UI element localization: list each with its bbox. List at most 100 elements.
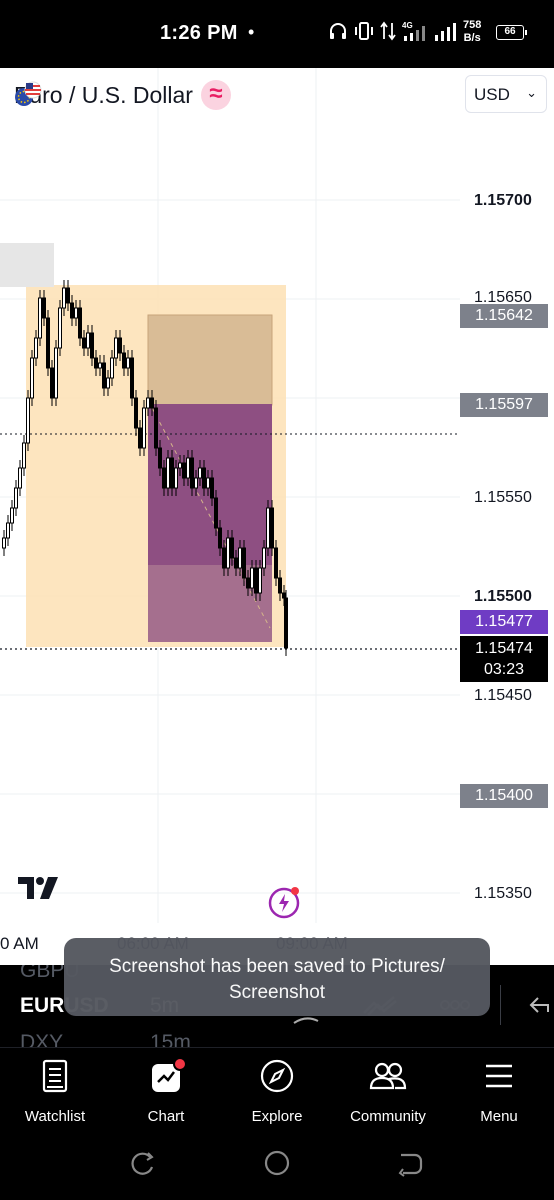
battery-indicator: 66 bbox=[496, 25, 527, 40]
eur-usd-flag-icon bbox=[15, 81, 42, 106]
price-chart[interactable] bbox=[0, 68, 554, 965]
vibrate-icon bbox=[355, 22, 373, 40]
price-axis-label: 1.15450 bbox=[474, 687, 532, 704]
time-axis-label: 0 AM bbox=[0, 934, 39, 953]
candle-body bbox=[174, 467, 178, 489]
candle-body bbox=[218, 527, 222, 549]
signal-4g-icon: 4G bbox=[402, 21, 425, 41]
candle-body bbox=[6, 522, 10, 539]
candle-body bbox=[134, 397, 138, 429]
candle-body bbox=[30, 357, 34, 399]
price-tag-lower[interactable]: 1.15400 bbox=[460, 784, 548, 808]
nav-explore[interactable]: Explore bbox=[222, 1056, 332, 1125]
network-speed-value: 758 bbox=[463, 19, 482, 31]
candle-body bbox=[50, 367, 54, 399]
candle-body bbox=[118, 337, 122, 354]
candle-body bbox=[158, 447, 162, 469]
status-icons: 4G bbox=[328, 20, 458, 42]
toast-line-1: Screenshot has been saved to Pictures/ bbox=[109, 956, 445, 977]
compass-icon bbox=[260, 1059, 294, 1093]
candle-body bbox=[154, 407, 158, 449]
symbol-next[interactable]: DXY bbox=[20, 1031, 63, 1047]
nav-community[interactable]: Community bbox=[333, 1056, 443, 1125]
candle-body bbox=[266, 507, 270, 549]
chevron-down-icon: ⌄ bbox=[526, 85, 537, 100]
candle-body bbox=[98, 362, 102, 369]
candle-body bbox=[226, 537, 230, 569]
toolbar-divider bbox=[500, 985, 501, 1025]
candle-body bbox=[82, 337, 86, 349]
candle-body bbox=[182, 462, 186, 479]
candle-body bbox=[126, 357, 130, 369]
candle-body bbox=[246, 577, 250, 589]
highlight-zone-top bbox=[0, 243, 54, 287]
toast-notification: Screenshot has been saved to Pictures/ S… bbox=[64, 938, 490, 1016]
candle-body bbox=[38, 297, 42, 339]
price-tag-current[interactable]: 1.15477 bbox=[460, 610, 548, 634]
candle-body bbox=[114, 337, 118, 359]
candle-body bbox=[14, 487, 18, 509]
community-icon bbox=[369, 1062, 407, 1090]
price-tag-middle[interactable]: 1.15597 bbox=[460, 393, 548, 417]
home-icon[interactable] bbox=[263, 1149, 291, 1177]
headphones-icon bbox=[330, 23, 346, 39]
candle-body bbox=[2, 537, 6, 549]
candle-body bbox=[18, 467, 22, 489]
candle-body bbox=[194, 477, 198, 489]
candle-body bbox=[54, 347, 58, 399]
candle-body bbox=[202, 467, 206, 489]
nav-label: Watchlist bbox=[24, 1108, 86, 1125]
bottom-navigation[interactable]: Watchlist Chart Explore Community Menu bbox=[0, 1047, 554, 1133]
candle-body bbox=[66, 287, 70, 304]
symbol-header[interactable]: Euro / U.S. Dollar ≈ bbox=[14, 80, 231, 110]
last-price-value: 1.15474 bbox=[475, 640, 533, 657]
interval-next[interactable]: 15m bbox=[150, 1031, 191, 1047]
candle-body bbox=[206, 477, 210, 489]
back-icon[interactable] bbox=[397, 1151, 423, 1177]
candle-body bbox=[250, 567, 254, 589]
candle-body bbox=[242, 547, 246, 579]
candle-body bbox=[166, 457, 170, 489]
candle-body bbox=[62, 287, 66, 309]
price-axis-label: 1.15550 bbox=[474, 489, 532, 506]
back-arrow-icon[interactable] bbox=[528, 995, 550, 1015]
status-time: 1:26 PM bbox=[160, 22, 238, 44]
candle-body bbox=[274, 547, 278, 579]
wave-badge-icon[interactable]: ≈ bbox=[200, 80, 231, 110]
candle-body bbox=[122, 352, 126, 369]
nav-menu[interactable]: Menu bbox=[444, 1056, 554, 1125]
price-tag-upper[interactable]: 1.15642 bbox=[460, 304, 548, 328]
candle-body bbox=[198, 467, 202, 479]
price-axis-label: 1.15500 bbox=[474, 588, 532, 605]
chart-icon bbox=[152, 1057, 186, 1092]
candle-body bbox=[284, 597, 288, 649]
last-price-tag[interactable]: 1.15474 03:23 bbox=[460, 636, 548, 682]
candle-body bbox=[262, 547, 266, 569]
candle-body bbox=[74, 307, 78, 319]
nav-label: Community bbox=[350, 1108, 426, 1125]
lightning-icon[interactable] bbox=[268, 885, 302, 919]
status-bar: 1:26 PM • 4G 758 B/s 66 bbox=[0, 0, 554, 68]
signal-icon bbox=[435, 23, 456, 41]
candle-body bbox=[278, 577, 282, 594]
recent-apps-icon[interactable] bbox=[130, 1151, 156, 1177]
nav-label: Chart bbox=[147, 1108, 185, 1125]
system-navigation[interactable] bbox=[0, 1133, 554, 1200]
candle-body bbox=[106, 377, 110, 389]
data-transfer-icon bbox=[380, 21, 396, 41]
nav-watchlist[interactable]: Watchlist bbox=[0, 1056, 110, 1125]
candle-body bbox=[70, 302, 74, 319]
chart-canvas[interactable]: Euro / U.S. Dollar ≈ USD ⌄ 1.15700 1.156… bbox=[0, 68, 554, 965]
price-axis-label: 1.15350 bbox=[474, 885, 532, 902]
tradingview-logo-icon[interactable] bbox=[18, 877, 66, 901]
network-speed: 758 B/s bbox=[463, 19, 481, 45]
candle-body bbox=[42, 297, 46, 319]
currency-select[interactable]: USD ⌄ bbox=[465, 75, 547, 113]
nav-chart[interactable]: Chart bbox=[111, 1056, 221, 1125]
toast-line-2: Screenshot bbox=[228, 982, 326, 1003]
candle-body bbox=[150, 397, 154, 409]
candle-body bbox=[94, 357, 98, 369]
price-axis-label: 1.15700 bbox=[474, 192, 532, 209]
candle-body bbox=[282, 592, 286, 599]
candle-body bbox=[230, 537, 234, 559]
